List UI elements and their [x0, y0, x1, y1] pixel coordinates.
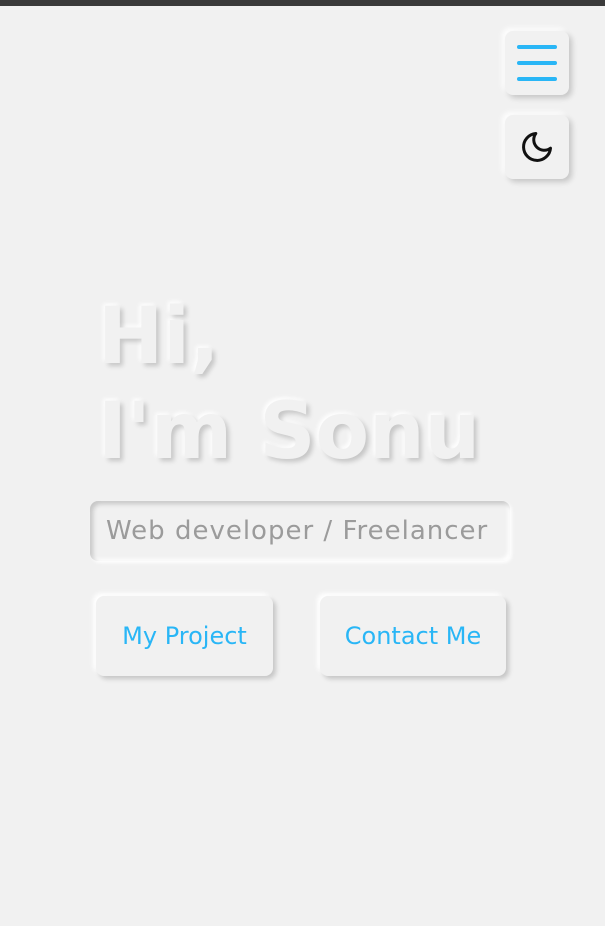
- top-bar: [0, 0, 605, 6]
- role-text: Web developer / Freelancer: [90, 501, 510, 561]
- moon-icon: [522, 132, 552, 162]
- hero-greeting: Hi,: [98, 292, 220, 382]
- menu-button[interactable]: [505, 31, 569, 95]
- theme-toggle-button[interactable]: [505, 115, 569, 179]
- hero-name: I'm Sonu: [98, 387, 481, 477]
- hamburger-menu-icon: [517, 45, 557, 81]
- hero-heading: Hi, I'm Sonu: [98, 290, 480, 480]
- my-project-button[interactable]: My Project: [96, 596, 273, 676]
- contact-me-button[interactable]: Contact Me: [320, 596, 506, 676]
